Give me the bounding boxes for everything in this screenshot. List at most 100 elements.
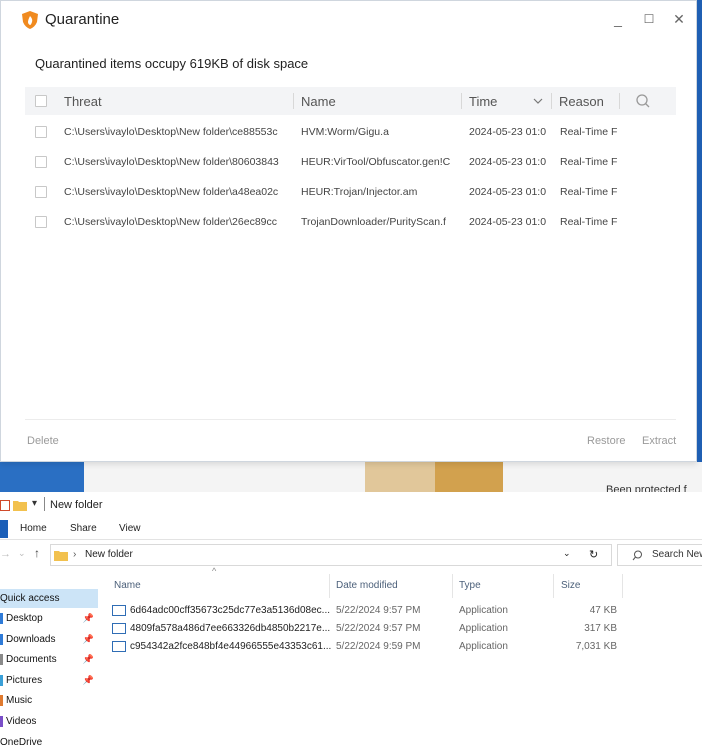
delete-button[interactable]: Delete	[27, 435, 59, 447]
nav-label: OneDrive	[0, 737, 43, 748]
nav-item-downloads[interactable]: Downloads 📌	[0, 630, 98, 649]
application-icon	[112, 623, 126, 634]
quarantine-row[interactable]: C:\Users\ivaylo\Desktop\New folder\a48ea…	[25, 182, 676, 204]
background-partial-text: Been protected f	[606, 484, 687, 492]
column-size[interactable]: Size	[561, 580, 580, 591]
file-size: 47 KB	[589, 605, 617, 616]
nav-quick-access[interactable]: Quick access	[0, 589, 98, 608]
chevron-down-icon[interactable]: ⌄	[18, 548, 26, 559]
videos-icon	[0, 716, 3, 727]
window-edge	[697, 0, 702, 462]
desktop-icon	[0, 613, 3, 624]
file-type: Application	[459, 641, 508, 652]
ribbon-tab-share[interactable]: Share	[70, 523, 97, 534]
nav-item-videos[interactable]: Videos	[0, 712, 98, 731]
pin-icon[interactable]: 📌	[83, 650, 94, 669]
row-checkbox[interactable]	[35, 216, 47, 228]
footer-divider	[25, 419, 676, 420]
application-icon	[112, 641, 126, 652]
column-divider	[551, 93, 552, 109]
search-field[interactable]: Search New	[617, 544, 702, 566]
navigation-pane: Quick access Desktop 📌 Downloads 📌 Docum…	[0, 573, 98, 750]
pin-icon[interactable]: 📌	[83, 671, 94, 690]
quarantine-window: Quarantine _ ☐ ✕ Quarantined items occup…	[0, 0, 697, 462]
nav-item-pictures[interactable]: Pictures 📌	[0, 671, 98, 690]
pin-icon[interactable]: 📌	[83, 630, 94, 649]
threat-reason: Real-Time F	[560, 186, 618, 198]
column-divider[interactable]	[553, 574, 554, 598]
nav-label: Pictures	[6, 675, 43, 686]
explorer-title: New folder	[50, 499, 103, 511]
column-reason[interactable]: Reason	[559, 94, 604, 109]
column-time[interactable]: Time	[469, 94, 497, 109]
search-placeholder: Search New	[652, 549, 702, 560]
row-checkbox[interactable]	[35, 126, 47, 138]
nav-item-documents[interactable]: Documents 📌	[0, 650, 98, 669]
chevron-down-icon[interactable]: ▾	[32, 498, 37, 509]
file-size: 7,031 KB	[575, 641, 617, 652]
pin-icon[interactable]: 📌	[83, 609, 94, 628]
column-type[interactable]: Type	[459, 580, 481, 591]
file-type: Application	[459, 623, 508, 634]
check-icon[interactable]	[0, 500, 10, 511]
breadcrumb-current[interactable]: New folder	[85, 549, 133, 560]
column-divider	[293, 93, 294, 109]
download-icon	[0, 634, 3, 645]
nav-label: Quick access	[0, 593, 60, 604]
nav-label: Downloads	[6, 634, 56, 645]
column-name[interactable]: Name	[301, 94, 336, 109]
nav-item-desktop[interactable]: Desktop 📌	[0, 609, 98, 628]
quarantine-row[interactable]: C:\Users\ivaylo\Desktop\New folder\ce885…	[25, 122, 676, 144]
threat-time: 2024-05-23 01:0	[469, 216, 547, 228]
row-checkbox[interactable]	[35, 156, 47, 168]
background-blue-block	[0, 462, 84, 492]
quarantine-row[interactable]: C:\Users\ivaylo\Desktop\New folder\26ec8…	[25, 212, 676, 234]
address-field[interactable]: › New folder ⌄ ↻	[50, 544, 612, 566]
refresh-icon[interactable]: ↻	[589, 548, 598, 561]
file-row[interactable]: 6d64adc00cff35673c25dc77e3a5136d08ec... …	[112, 602, 622, 620]
threat-name: TrojanDownloader/PurityScan.f	[301, 216, 446, 228]
documents-icon	[0, 654, 3, 665]
row-checkbox[interactable]	[35, 186, 47, 198]
file-date: 5/22/2024 9:57 PM	[336, 605, 421, 616]
file-name: 4809fa578a486d7ee663326db4850b2217e...	[130, 623, 331, 634]
minimize-button[interactable]: _	[608, 9, 628, 29]
application-icon	[112, 605, 126, 616]
column-threat[interactable]: Threat	[64, 94, 102, 109]
file-row[interactable]: c954342a2fce848bf4e44966555e43353c61... …	[112, 638, 622, 656]
restore-button[interactable]: Restore	[587, 435, 626, 447]
close-button[interactable]: ✕	[669, 9, 689, 29]
ribbon-tab-home[interactable]: Home	[20, 523, 47, 534]
column-name[interactable]: Name	[114, 580, 141, 591]
chevron-down-icon[interactable]: ⌄	[563, 548, 571, 559]
select-all-checkbox[interactable]	[35, 95, 47, 107]
file-tab[interactable]	[0, 520, 8, 538]
explorer-address-bar: → ⌄ ↑ › New folder ⌄ ↻ Search New	[0, 543, 702, 569]
pictures-icon	[0, 675, 3, 686]
maximize-button[interactable]: ☐	[639, 9, 659, 29]
file-date: 5/22/2024 9:59 PM	[336, 641, 421, 652]
column-divider[interactable]	[329, 574, 330, 598]
explorer-ribbon: Home Share View	[0, 518, 702, 540]
explorer-titlebar[interactable]: ▾ New folder	[0, 495, 702, 517]
shield-flame-logo-icon	[22, 11, 38, 29]
threat-name: HEUR:VirTool/Obfuscator.gen!C	[301, 156, 451, 168]
nav-item-music[interactable]: Music	[0, 691, 98, 710]
ribbon-tab-view[interactable]: View	[119, 523, 141, 534]
chevron-down-icon[interactable]	[533, 97, 543, 105]
nav-label: Desktop	[6, 613, 43, 624]
quarantine-row[interactable]: C:\Users\ivaylo\Desktop\New folder\80603…	[25, 152, 676, 174]
column-divider[interactable]	[622, 574, 623, 598]
quarantine-titlebar[interactable]: Quarantine _ ☐ ✕	[1, 1, 696, 39]
extract-button[interactable]: Extract	[642, 435, 676, 447]
desktop-background: Been protected f	[0, 462, 702, 492]
search-icon[interactable]	[635, 93, 651, 109]
file-type: Application	[459, 605, 508, 616]
column-date-modified[interactable]: Date modified	[336, 580, 398, 591]
nav-item-onedrive[interactable]: OneDrive	[0, 733, 98, 750]
file-row[interactable]: 4809fa578a486d7ee663326db4850b2217e... 5…	[112, 620, 622, 638]
breadcrumb-separator-icon: ›	[73, 549, 77, 560]
column-divider[interactable]	[452, 574, 453, 598]
up-arrow-icon[interactable]: ↑	[34, 546, 40, 560]
back-arrow-icon[interactable]: →	[0, 548, 11, 560]
